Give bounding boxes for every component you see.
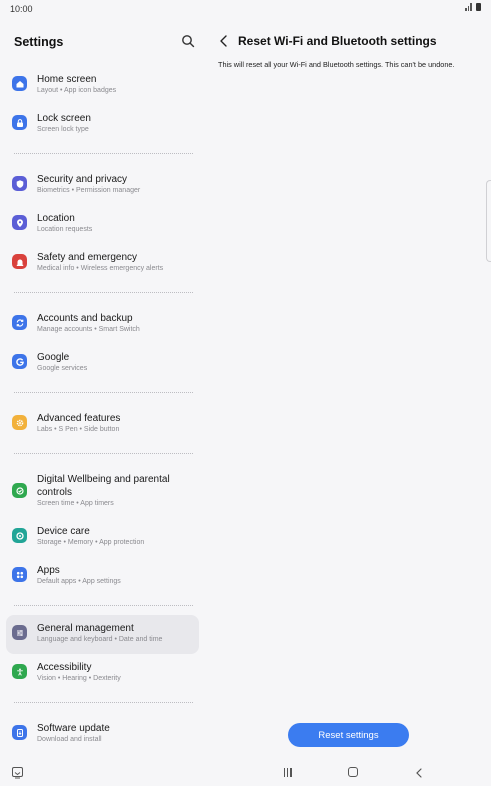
reset-settings-button[interactable]: Reset settings [288, 723, 409, 747]
reset-description: This will reset all your Wi-Fi and Bluet… [218, 60, 455, 69]
item-subtitle: Google services [37, 365, 88, 372]
detail-panel: Reset Wi-Fi and Bluetooth settings This … [205, 18, 491, 756]
signal-icon [465, 3, 473, 11]
status-icons [465, 3, 481, 11]
home-icon [12, 76, 27, 91]
wellbeing-icon [12, 483, 27, 498]
settings-item-device-care[interactable]: Device care Storage • Memory • App protec… [6, 525, 199, 551]
screenshot-button[interactable] [11, 766, 24, 779]
location-icon [12, 215, 27, 230]
item-title: Accessibility [37, 662, 92, 673]
item-title: Lock screen [37, 113, 91, 124]
item-title: General management [37, 623, 134, 634]
detail-title: Reset Wi-Fi and Bluetooth settings [238, 34, 437, 48]
settings-item-accounts-and-backup[interactable]: Accounts and backup Manage accounts • Sma… [6, 312, 199, 338]
item-subtitle: Storage • Memory • App protection [37, 539, 145, 546]
update-icon [12, 725, 27, 740]
chevron-left-icon [220, 35, 227, 47]
settings-item-general-management[interactable]: General management Language and keyboard … [6, 615, 199, 654]
item-title: Digital Wellbeing and parental controls [37, 474, 170, 498]
battery-icon [476, 3, 481, 11]
item-title: Apps [37, 565, 60, 576]
item-title: Safety and emergency [37, 252, 138, 263]
gear-plus-icon [12, 415, 27, 430]
lock-icon [12, 115, 27, 130]
apps-icon [12, 567, 27, 582]
status-bar: 10:00 [0, 0, 491, 18]
item-subtitle: Download and install [37, 736, 102, 743]
item-subtitle: Medical info • Wireless emergency alerts [37, 265, 164, 272]
item-subtitle: Labs • S Pen • Side button [37, 426, 120, 433]
item-title: Security and privacy [37, 174, 128, 185]
item-subtitle: Biometrics • Permission manager [37, 187, 141, 194]
item-title: Device care [37, 526, 90, 537]
settings-item-lock-screen[interactable]: Lock screen Screen lock type [6, 112, 199, 138]
settings-item-software-update[interactable]: Software update Download and install [6, 722, 199, 748]
sliders-icon [12, 625, 27, 640]
item-subtitle: Default apps • App settings [37, 578, 121, 585]
edge-panel-handle[interactable] [486, 180, 491, 262]
page-title: Settings [14, 35, 64, 49]
item-subtitle: Screen time • App timers [37, 500, 114, 507]
device-care-icon [12, 528, 27, 543]
item-subtitle: Screen lock type [37, 126, 89, 133]
item-title: Location [37, 213, 75, 224]
item-title: Google [37, 352, 70, 363]
back-button[interactable] [217, 33, 231, 49]
sync-icon [12, 315, 27, 330]
settings-item-home-screen[interactable]: Home screen Layout • App icon badges [6, 73, 199, 99]
item-title: Accounts and backup [37, 313, 133, 324]
settings-item-digital-wellbeing[interactable]: Digital Wellbeing and parental controls S… [6, 473, 199, 512]
item-subtitle: Layout • App icon badges [37, 87, 117, 94]
shield-icon [12, 176, 27, 191]
item-title: Home screen [37, 74, 97, 85]
screenshot-icon [12, 767, 23, 779]
chevron-left-icon [416, 768, 422, 778]
search-icon [182, 35, 195, 48]
settings-item-accessibility[interactable]: Accessibility Vision • Hearing • Dexterit… [6, 661, 199, 687]
settings-item-safety-and-emergency[interactable]: Safety and emergency Medical info • Wirel… [6, 251, 199, 277]
settings-item-google[interactable]: Google Google services [6, 351, 199, 377]
item-subtitle: Language and keyboard • Date and time [37, 636, 163, 643]
item-subtitle: Manage accounts • Smart Switch [37, 326, 140, 333]
settings-item-apps[interactable]: Apps Default apps • App settings [6, 564, 199, 590]
settings-item-location[interactable]: Location Location requests [6, 212, 199, 238]
home-button[interactable] [348, 767, 358, 777]
settings-list: Home screen Layout • App icon badges Lock… [0, 73, 205, 748]
item-title: Advanced features [37, 413, 121, 424]
item-subtitle: Vision • Hearing • Dexterity [37, 675, 121, 682]
google-icon [12, 354, 27, 369]
item-subtitle: Location requests [37, 226, 93, 233]
accessibility-icon [12, 664, 27, 679]
item-title: Software update [37, 723, 110, 734]
settings-item-security-and-privacy[interactable]: Security and privacy Biometrics • Permiss… [6, 173, 199, 199]
search-button[interactable] [180, 33, 196, 49]
nav-back-button[interactable] [414, 766, 424, 778]
settings-panel: Settings Home screen Layout • App icon ba… [0, 18, 205, 756]
settings-item-advanced-features[interactable]: Advanced features Labs • S Pen • Side but… [6, 412, 199, 438]
recents-button[interactable] [284, 768, 294, 778]
emergency-icon [12, 254, 27, 269]
navigation-bar [0, 756, 491, 786]
status-time: 10:00 [10, 4, 33, 14]
